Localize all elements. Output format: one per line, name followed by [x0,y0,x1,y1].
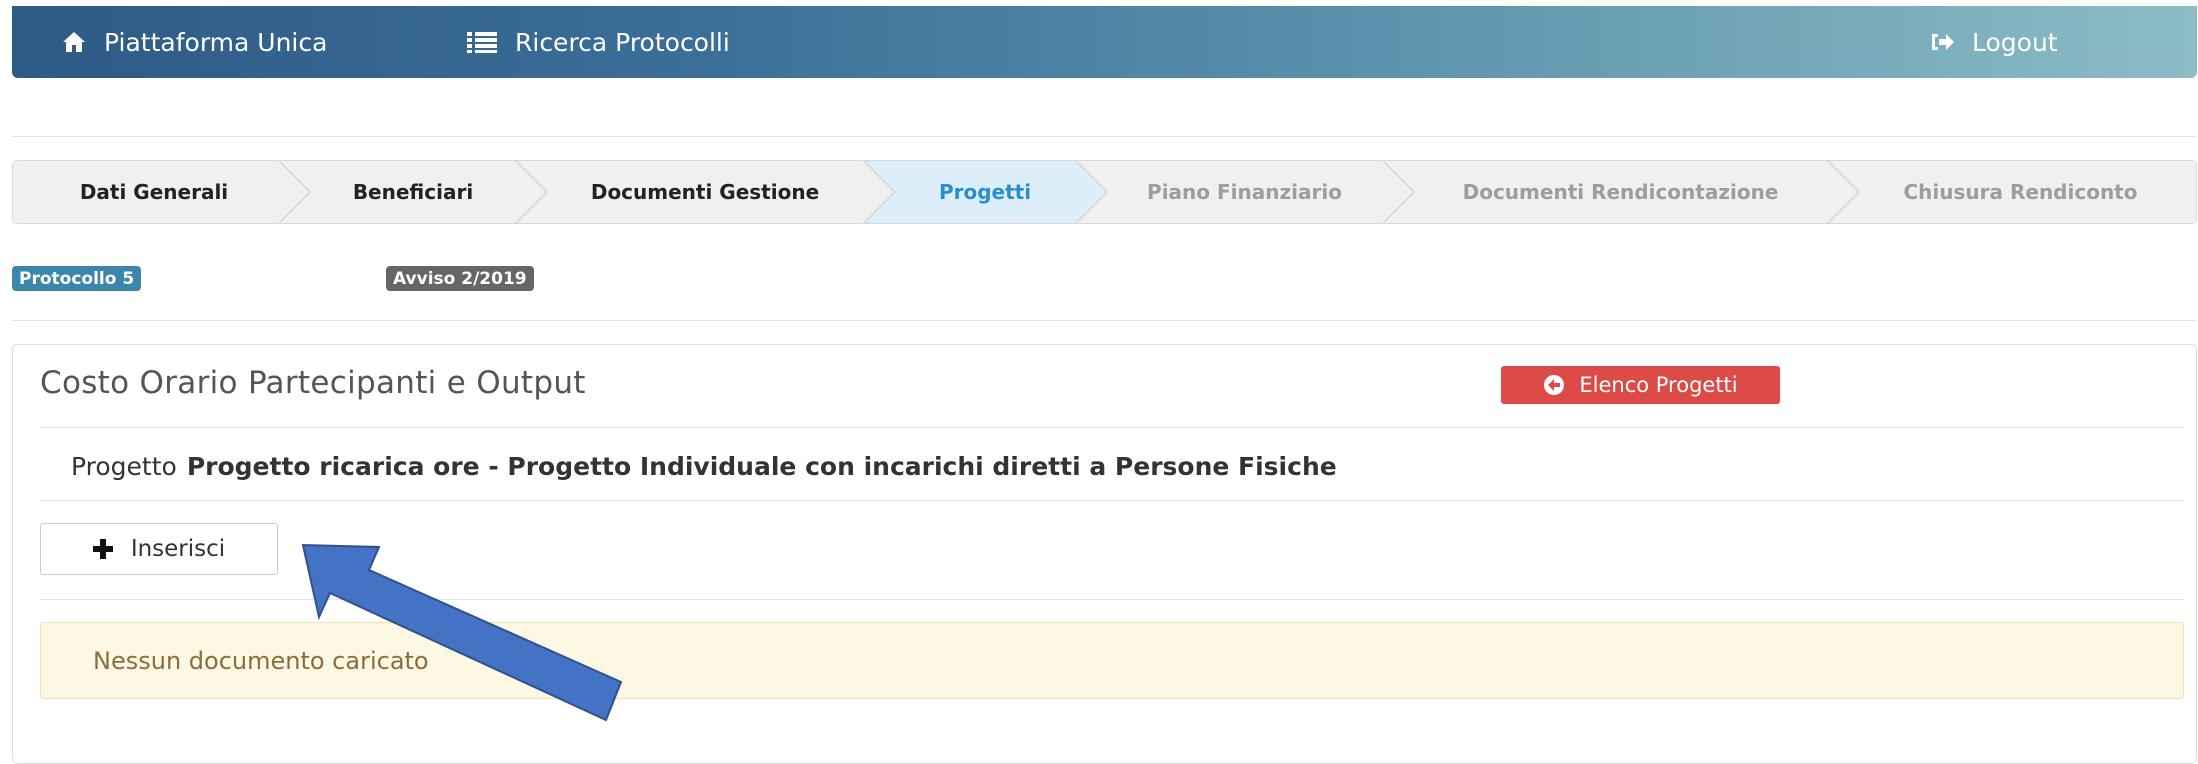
step-label: Chiusura Rendiconto [1903,180,2138,204]
elenco-progetti-label: Elenco Progetti [1579,373,1738,397]
home-icon [62,31,86,53]
step-label: Beneficiari [352,180,474,204]
step-piano-finanziario[interactable]: Piano Finanziario [1091,161,1398,223]
nav-ricerca-label: Ricerca Protocolli [515,27,730,57]
step-label: Documenti Rendicontazione [1462,180,1779,204]
sign-out-icon [1930,33,1954,51]
panel-title: Costo Orario Partecipanti e Output [40,365,586,401]
progetto-name: Progetto ricarica ore - Progetto Individ… [186,452,1337,481]
nav-home-link[interactable]: Piattaforma Unica [62,6,327,78]
elenco-progetti-button[interactable]: Elenco Progetti [1501,366,1780,404]
progetto-line: Progetto Progetto ricarica ore - Progetto… [71,452,1337,481]
step-label: Dati Generali [79,180,229,204]
nav-logout-label: Logout [1972,27,2058,57]
divider [12,320,2197,321]
nav-logout-link[interactable]: Logout [1930,6,2058,78]
divider [40,427,2184,428]
empty-alert: Nessun documento caricato [40,622,2184,699]
step-documenti-gestione[interactable]: Documenti Gestione [531,161,879,223]
protocollo-badge: Protocollo 5 [12,266,142,291]
wizard-steps: Dati Generali Beneficiari Documenti Gest… [12,160,2197,224]
step-label: Piano Finanziario [1147,180,1342,204]
step-label: Progetti [938,180,1032,204]
step-documenti-rendicontazione[interactable]: Documenti Rendicontazione [1398,161,1843,223]
step-dati-generali[interactable]: Dati Generali [13,161,295,223]
inserisci-button[interactable]: Inserisci [40,523,278,575]
nav-home-label: Piattaforma Unica [104,27,328,57]
step-beneficiari[interactable]: Beneficiari [295,161,531,223]
circle-arrow-left-icon [1543,374,1565,396]
step-chiusura-rendiconto[interactable]: Chiusura Rendiconto [1843,161,2196,223]
step-progetti[interactable]: Progetti [879,161,1091,223]
list-icon [467,31,497,53]
alert-text: Nessun documento caricato [93,646,429,675]
step-label: Documenti Gestione [590,180,820,204]
top-navbar: Piattaforma Unica Ricerca Protocolli Log… [12,6,2197,78]
nav-ricerca-link[interactable]: Ricerca Protocolli [467,6,730,78]
divider [12,136,2197,137]
avviso-badge: Avviso 2/2019 [386,266,534,291]
divider [40,599,2184,600]
plus-icon [92,539,113,559]
costo-orario-panel: Costo Orario Partecipanti e Output Elenc… [12,344,2197,764]
inserisci-label: Inserisci [130,536,226,562]
progetto-label: Progetto [71,452,177,481]
divider [40,500,2184,501]
